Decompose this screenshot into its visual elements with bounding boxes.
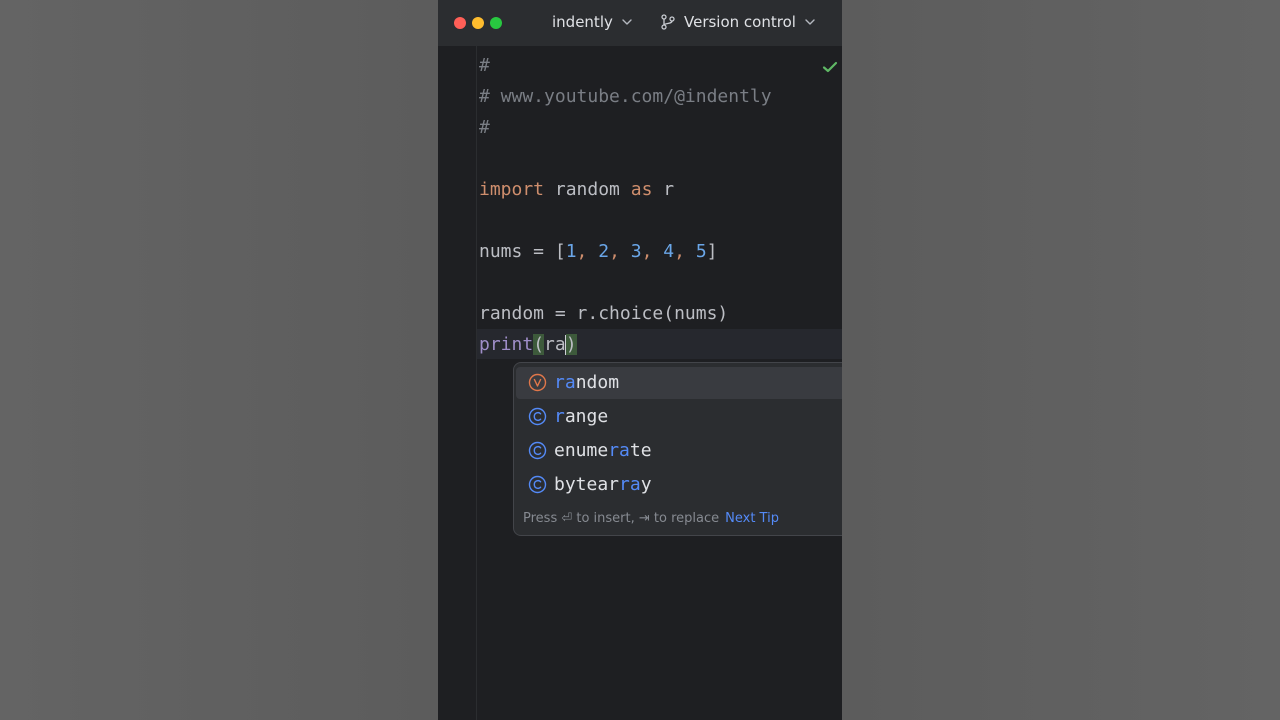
completion-suffix: y xyxy=(640,474,652,495)
code-line-nums: nums = [1, 2, 3, 4, 5] xyxy=(479,240,718,264)
comma: , xyxy=(609,241,631,262)
comma: , xyxy=(674,241,696,262)
gutter-divider xyxy=(476,46,477,720)
code-line-import: import random as r xyxy=(479,178,674,202)
number-literal: 3 xyxy=(630,241,642,262)
completion-suffix: ndom xyxy=(575,372,620,393)
completion-item-enumerate[interactable]: enumerate xyxy=(516,435,842,467)
number-literal: 1 xyxy=(565,241,577,262)
as-keyword: as xyxy=(630,179,653,200)
completion-hint: Press ⏎ to insert, ⇥ to replace Next Tip xyxy=(523,511,779,526)
class-icon xyxy=(528,407,547,426)
close-window-button[interactable] xyxy=(454,17,466,29)
chevron-down-icon xyxy=(622,19,632,25)
completion-match: ra xyxy=(554,372,576,393)
next-tip-link[interactable]: Next Tip xyxy=(725,511,779,526)
number-literal: 4 xyxy=(663,241,675,262)
completion-match: ra xyxy=(608,440,630,461)
module-alias: r xyxy=(652,179,675,200)
chevron-down-icon xyxy=(805,19,815,25)
module-name: random xyxy=(544,179,631,200)
print-function: print xyxy=(479,334,534,355)
code-line-choice: random = r.choice(nums) xyxy=(479,303,729,324)
right-backdrop xyxy=(842,0,1280,720)
close-paren: ) xyxy=(565,334,577,355)
hint-text: Press ⏎ to insert, ⇥ to replace xyxy=(523,511,720,526)
inspection-ok-icon[interactable] xyxy=(822,59,838,75)
number-literal: 2 xyxy=(598,241,610,262)
open-paren: ( xyxy=(533,334,545,355)
code-line-1: # xyxy=(479,55,490,76)
project-switcher[interactable]: indently xyxy=(552,13,633,31)
code-line-3: # xyxy=(479,117,490,138)
completion-item-bytearray[interactable]: bytearray xyxy=(516,469,842,501)
left-backdrop xyxy=(0,0,438,720)
nums-assign: nums = [ xyxy=(479,241,566,262)
completion-item-random[interactable]: random xyxy=(516,367,842,399)
minimize-window-button[interactable] xyxy=(472,17,484,29)
version-control-menu[interactable]: Version control xyxy=(660,13,816,31)
title-bar: indently Version control xyxy=(438,0,842,46)
code-editor[interactable]: # # www.youtube.com/@indently # import r… xyxy=(438,46,842,720)
code-line-2: # www.youtube.com/@indently xyxy=(479,86,772,107)
completion-suffix: te xyxy=(629,440,652,461)
code-line-print: print(ra) xyxy=(479,333,577,357)
comma: , xyxy=(641,241,664,262)
branch-icon xyxy=(661,14,675,30)
completion-prefix: enume xyxy=(554,440,609,461)
zoom-window-button[interactable] xyxy=(490,17,502,29)
completion-prefix: bytear xyxy=(554,474,620,495)
project-name: indently xyxy=(552,13,613,31)
import-keyword: import xyxy=(479,179,545,200)
number-literal: 5 xyxy=(695,241,707,262)
comma: , xyxy=(576,241,599,262)
typed-text: ra xyxy=(544,334,566,355)
completion-popup: random range enumerate bytearray Press ⏎… xyxy=(513,362,842,536)
version-control-label: Version control xyxy=(684,13,796,31)
ide-window: indently Version control # # www.youtube… xyxy=(438,0,842,720)
completion-match: r xyxy=(554,406,565,427)
class-icon xyxy=(528,441,547,460)
class-icon xyxy=(528,475,547,494)
completion-item-range[interactable]: range xyxy=(516,401,842,433)
list-close: ] xyxy=(706,241,718,262)
completion-match: ra xyxy=(619,474,641,495)
completion-suffix: ange xyxy=(564,406,609,427)
variable-icon xyxy=(528,373,547,392)
